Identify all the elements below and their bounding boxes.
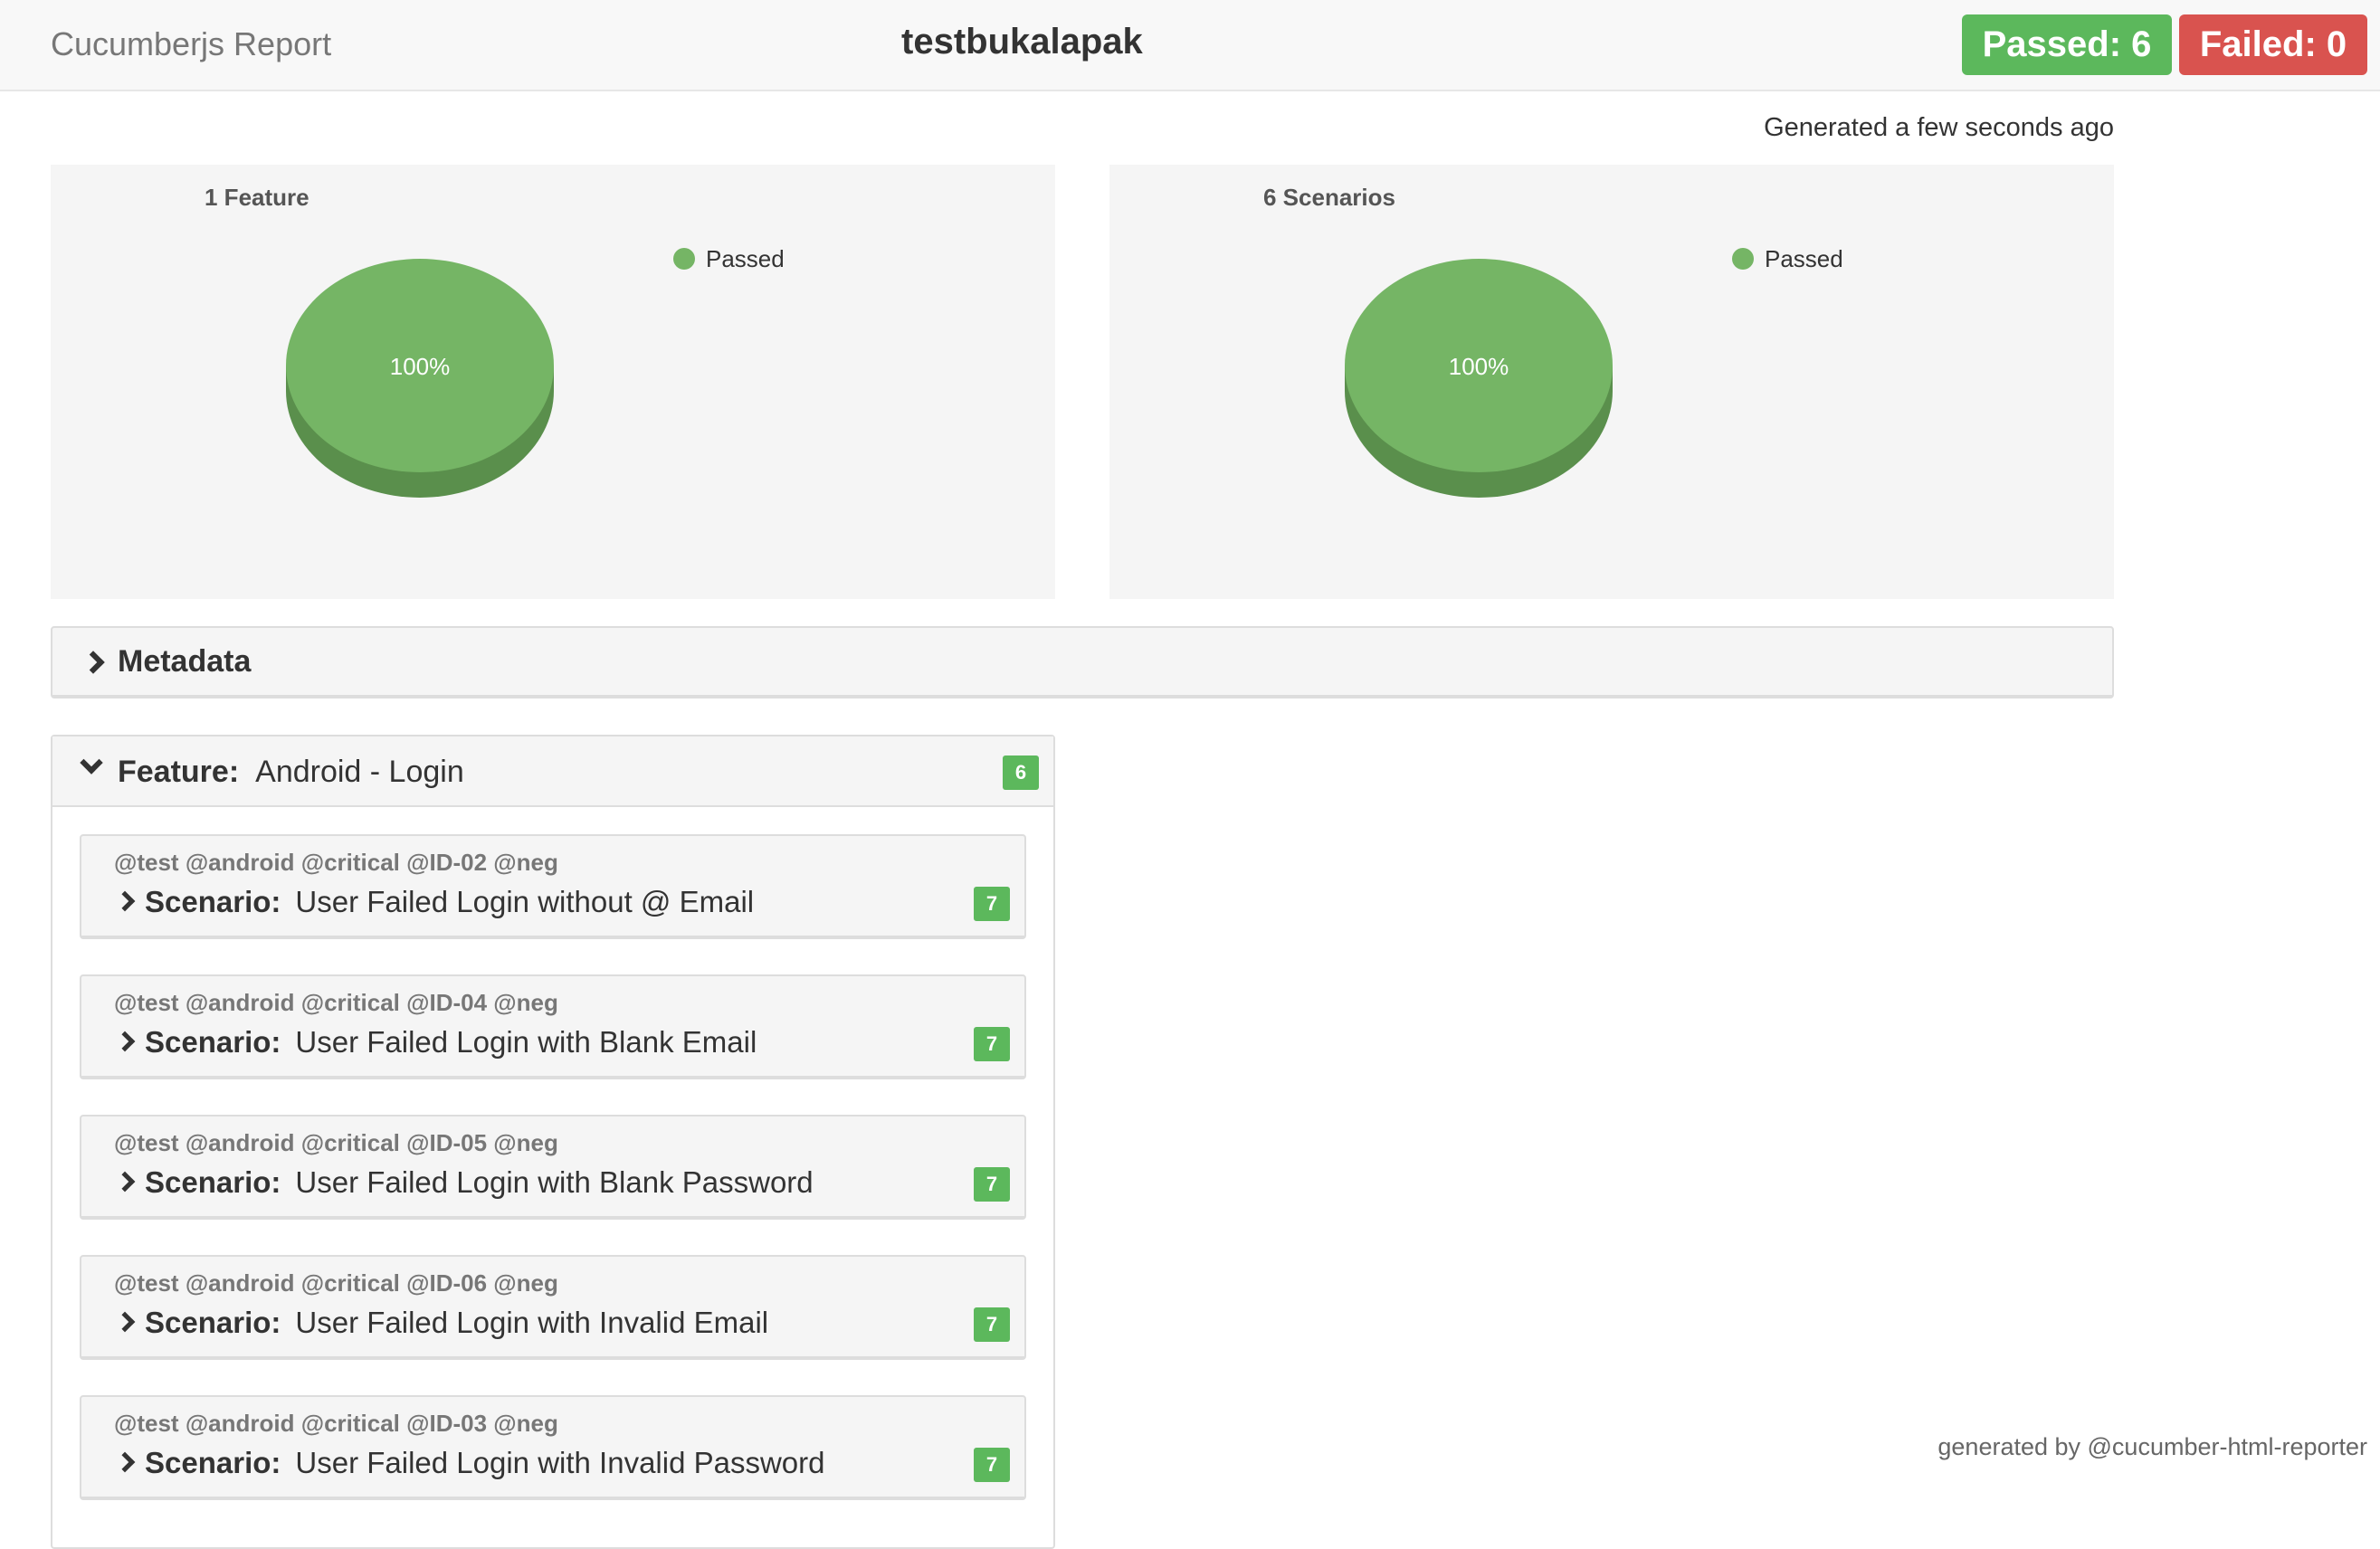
- project-title: testbukalapak: [901, 22, 1143, 62]
- legend-label: Passed: [1765, 245, 1843, 272]
- scenario-keyword: Scenario:: [145, 1025, 281, 1059]
- scenario-tags: @test @android @critical @ID-05 @neg: [114, 1129, 558, 1156]
- chart-title: 1 Feature: [205, 184, 309, 211]
- scenario-title: Scenario: User Failed Login without @ Ema…: [145, 885, 754, 919]
- chevron-right-icon: [114, 1171, 136, 1193]
- scenario-tags: @test @android @critical @ID-06 @neg: [114, 1269, 558, 1297]
- metadata-toggle[interactable]: Metadata: [51, 626, 2114, 698]
- footer-credit: generated by @cucumber-html-reporter: [1937, 1433, 2367, 1460]
- scenario-keyword: Scenario:: [145, 1446, 281, 1479]
- scenario-name: User Failed Login with Blank Password: [295, 1165, 814, 1199]
- failed-count-badge: Failed: 0: [2179, 14, 2367, 75]
- metadata-title: Metadata: [118, 644, 252, 679]
- chevron-right-icon: [114, 1031, 136, 1052]
- scenario-name: User Failed Login with Invalid Email: [295, 1306, 769, 1339]
- chevron-right-icon: [81, 651, 105, 674]
- feature-panel: Feature: Android - Login 6 @test @android…: [51, 735, 1055, 1549]
- scenarios-chart-panel: 6 Scenarios 100% Passed: [1109, 165, 2114, 599]
- scenario-keyword: Scenario:: [145, 885, 281, 918]
- chart-title: 6 Scenarios: [1263, 184, 1395, 211]
- scenario-name: User Failed Login with Invalid Password: [295, 1446, 825, 1479]
- pie-data-label: 100%: [390, 353, 451, 380]
- scenario-title: Scenario: User Failed Login with Blank Pa…: [145, 1165, 814, 1200]
- scenario-title: Scenario: User Failed Login with Invalid …: [145, 1446, 825, 1480]
- generated-timestamp: Generated a few seconds ago: [1764, 113, 2114, 142]
- scenario-item[interactable]: @test @android @critical @ID-05 @neg Scen…: [80, 1115, 1026, 1220]
- chevron-right-icon: [114, 890, 136, 912]
- passed-count-badge: Passed: 6: [1962, 14, 2172, 75]
- scenario-name: User Failed Login without @ Email: [295, 885, 755, 918]
- feature-scenario-count-badge: 6: [1003, 755, 1039, 790]
- pie-data-label: 100%: [1449, 353, 1509, 380]
- feature-keyword: Feature:: [118, 755, 240, 789]
- legend-label: Passed: [706, 245, 785, 272]
- scenario-step-count-badge: 7: [974, 1027, 1010, 1061]
- chevron-right-icon: [114, 1311, 136, 1333]
- scenario-item[interactable]: @test @android @critical @ID-02 @neg Scen…: [80, 834, 1026, 939]
- scenario-title: Scenario: User Failed Login with Blank Em…: [145, 1025, 757, 1060]
- scenario-step-count-badge: 7: [974, 887, 1010, 921]
- legend-marker: [673, 248, 695, 270]
- chevron-down-icon: [80, 751, 103, 774]
- scenario-title: Scenario: User Failed Login with Invalid …: [145, 1306, 768, 1340]
- scenario-item[interactable]: @test @android @critical @ID-04 @neg Scen…: [80, 974, 1026, 1079]
- features-pie-chart: 1 Feature 100% Passed: [205, 184, 785, 498]
- scenario-item[interactable]: @test @android @critical @ID-06 @neg Scen…: [80, 1255, 1026, 1360]
- scenario-keyword: Scenario:: [145, 1165, 281, 1199]
- navbar: Cucumberjs Report testbukalapak Passed: …: [0, 0, 2380, 91]
- scenario-tags: @test @android @critical @ID-03 @neg: [114, 1410, 558, 1437]
- scenario-step-count-badge: 7: [974, 1448, 1010, 1482]
- scenario-tags: @test @android @critical @ID-04 @neg: [114, 989, 558, 1016]
- feature-header[interactable]: Feature: Android - Login 6: [52, 736, 1053, 807]
- scenario-step-count-badge: 7: [974, 1307, 1010, 1342]
- brand-link[interactable]: Cucumberjs Report: [51, 25, 331, 63]
- scenario-name: User Failed Login with Blank Email: [295, 1025, 757, 1059]
- chevron-right-icon: [114, 1451, 136, 1473]
- feature-label: Feature: Android - Login: [118, 755, 464, 790]
- feature-name: Android - Login: [255, 755, 464, 789]
- scenario-step-count-badge: 7: [974, 1167, 1010, 1202]
- legend-marker: [1732, 248, 1754, 270]
- features-chart-panel: 1 Feature 100% Passed: [51, 165, 1055, 599]
- scenarios-pie-chart: 6 Scenarios 100% Passed: [1263, 184, 1843, 498]
- scenario-item[interactable]: @test @android @critical @ID-03 @neg Scen…: [80, 1395, 1026, 1500]
- scenario-tags: @test @android @critical @ID-02 @neg: [114, 849, 558, 876]
- scenario-keyword: Scenario:: [145, 1306, 281, 1339]
